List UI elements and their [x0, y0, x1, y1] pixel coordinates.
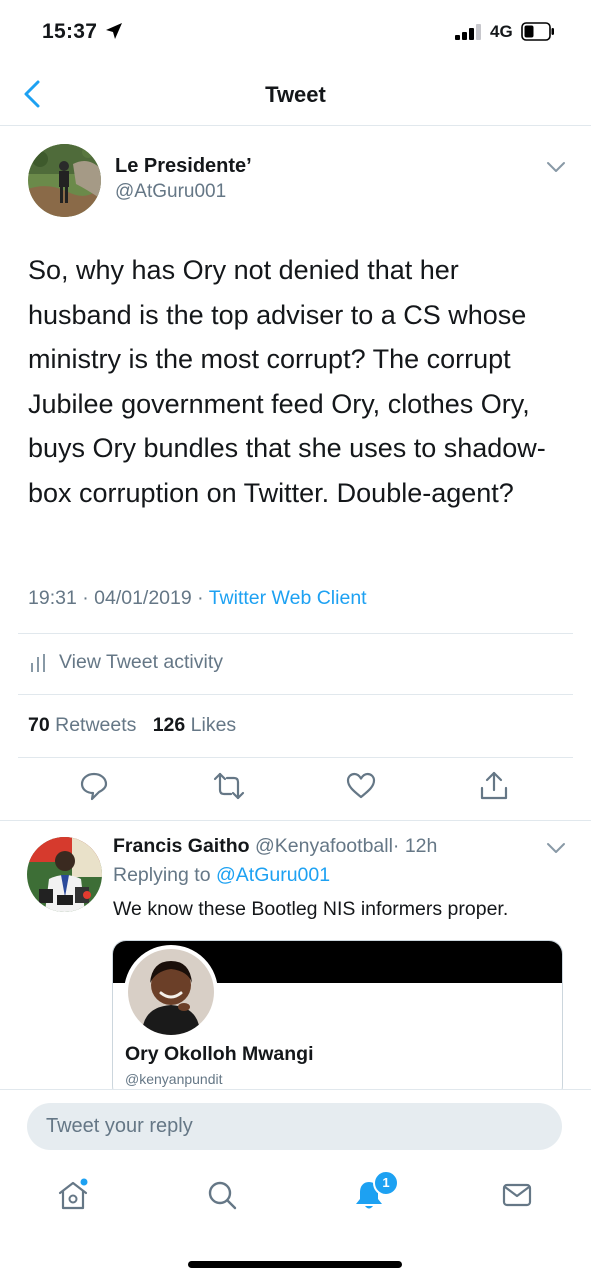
retweets-label: Retweets	[55, 714, 137, 736]
retweets-count: 70	[28, 714, 50, 736]
activity-label: View Tweet activity	[59, 651, 224, 673]
retweet-icon[interactable]	[213, 770, 245, 802]
likes-count: 126	[152, 714, 186, 736]
retweets-stat[interactable]: 70 Retweets	[28, 714, 136, 736]
signal-icon	[455, 24, 481, 40]
engagement-stats: 70 Retweets 126 Likes	[28, 714, 236, 737]
reply-author-handle[interactable]: @Kenyafootball	[255, 835, 393, 857]
tweet-timestamp: 19:31 · 04/01/2019 ·	[28, 587, 204, 609]
home-indicator	[188, 1261, 402, 1268]
reply-input[interactable]	[27, 1103, 562, 1150]
home-icon[interactable]	[56, 1178, 90, 1212]
view-tweet-activity[interactable]: View Tweet activity	[30, 651, 223, 674]
divider	[18, 633, 573, 634]
likes-label: Likes	[190, 714, 237, 736]
reply-time: · 12h	[392, 835, 438, 857]
messages-icon[interactable]	[500, 1178, 534, 1212]
notifications-badge: 1	[373, 1170, 399, 1196]
status-bar: 15:37 4G	[0, 0, 591, 62]
card-name: Ory Okolloh Mwangi	[125, 1043, 314, 1065]
network-type: 4G	[490, 22, 513, 41]
divider	[18, 694, 573, 695]
share-icon[interactable]	[479, 770, 509, 802]
tweet-client-link[interactable]: Twitter Web Client	[209, 587, 367, 609]
likes-stat[interactable]: 126 Likes	[153, 714, 237, 736]
location-arrow-icon	[106, 23, 122, 39]
reply-header: Francis Gaitho @Kenyafootball· 12h	[113, 835, 437, 858]
divider	[18, 757, 573, 758]
reply-author-avatar[interactable]	[27, 837, 102, 912]
author-name[interactable]: Le Presidente’	[115, 155, 252, 178]
battery-icon	[521, 22, 554, 41]
tweet-text: So, why has Ory not denied that her husb…	[28, 255, 546, 508]
reply-author-name[interactable]: Francis Gaitho	[113, 835, 250, 857]
status-time: 15:37	[42, 20, 98, 43]
tweet-meta: 19:31 · 04/01/2019 · Twitter Web Client	[28, 587, 367, 610]
bottom-bar: 1	[0, 1089, 591, 1280]
replying-to-mention[interactable]: @AtGuru001	[216, 864, 330, 886]
reply-composer[interactable]	[27, 1103, 562, 1150]
author-handle[interactable]: @AtGuru001	[115, 181, 226, 203]
profile-card[interactable]: Ory Okolloh Mwangi @kenyanpundit	[112, 940, 563, 1100]
card-avatar	[124, 945, 218, 1039]
reply-icon[interactable]	[79, 770, 109, 802]
chevron-down-icon[interactable]	[545, 160, 567, 174]
like-icon[interactable]	[345, 770, 377, 802]
search-icon[interactable]	[205, 1178, 239, 1212]
tweet-actions	[0, 770, 591, 810]
replying-to-label: Replying to	[113, 864, 211, 886]
chevron-down-icon[interactable]	[545, 841, 567, 855]
author-avatar[interactable]	[28, 144, 101, 217]
nav-bar: Tweet	[0, 62, 591, 126]
replying-to: Replying to @AtGuru001	[113, 864, 330, 887]
divider	[0, 820, 591, 821]
page-title: Tweet	[265, 82, 326, 107]
bar-chart-icon	[31, 653, 45, 672]
card-handle: @kenyanpundit	[125, 1071, 223, 1087]
reply-text: We know these Bootleg NIS informers prop…	[113, 898, 509, 920]
